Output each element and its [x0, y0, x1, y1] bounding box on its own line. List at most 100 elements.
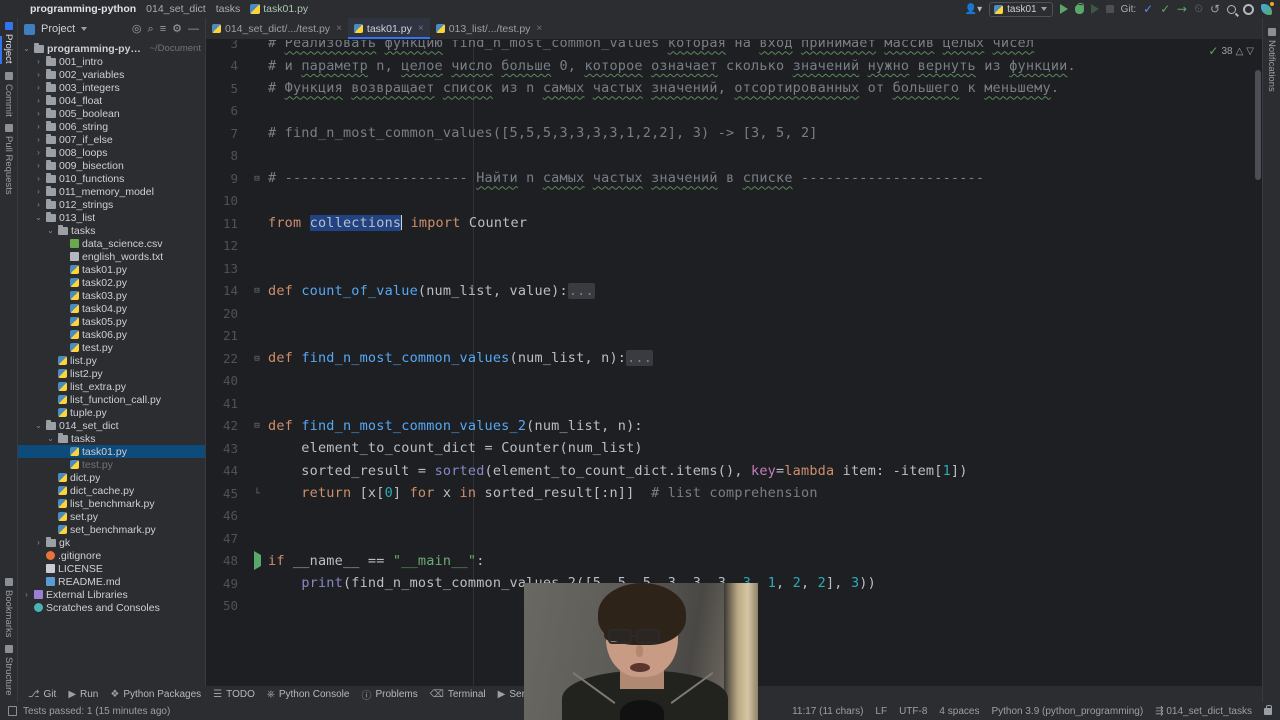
tree-node-list-py[interactable]: list.py — [18, 354, 205, 367]
code-line[interactable]: 14 ⊟ def count_of_value(num_list, value):.… — [206, 280, 1262, 303]
tree-node-task03-py[interactable]: task03.py — [18, 289, 205, 302]
bottom-tool-todo[interactable]: ☰ TODO — [213, 689, 255, 700]
code-line[interactable]: 8 — [206, 145, 1262, 168]
code-line[interactable]: 3 # Реализовать функцию find_n_most_commo… — [206, 40, 1262, 55]
profile-icon[interactable]: 👤▾ — [965, 4, 982, 15]
tree-node-readme-md[interactable]: README.md — [18, 575, 205, 588]
code-line[interactable]: 4 # и параметр n, целое число больше 0, к… — [206, 55, 1262, 78]
bottom-tool-problems[interactable]: ⓘ Problems — [361, 687, 417, 702]
python-interpreter[interactable]: Python 3.9 (python_programming) — [991, 706, 1143, 717]
tree-node-task01-py[interactable]: task01.py — [18, 263, 205, 276]
close-icon[interactable]: × — [536, 23, 542, 34]
tree-node-001-intro[interactable]: › 001_intro — [18, 55, 205, 68]
chevron-right-icon[interactable]: › — [34, 83, 43, 92]
tree-node-task01-py[interactable]: task01.py — [18, 445, 205, 458]
tree-node-014-set-dict[interactable]: ⌄ 014_set_dict — [18, 419, 205, 432]
code-line[interactable]: 9 ⊟ # ---------------------- Найти n самых… — [206, 167, 1262, 190]
tree-node-013-list[interactable]: ⌄ 013_list — [18, 211, 205, 224]
tree-node-012-strings[interactable]: › 012_strings — [18, 198, 205, 211]
chevron-right-icon[interactable]: › — [34, 70, 43, 79]
tree-node-set-py[interactable]: set.py — [18, 510, 205, 523]
tree-node-tuple-py[interactable]: tuple.py — [18, 406, 205, 419]
git-rollback-icon[interactable]: ↺ — [1210, 2, 1220, 16]
tree-node-task06-py[interactable]: task06.py — [18, 328, 205, 341]
project-file-tree[interactable]: ⌄programming-python~/Document›001_intro›… — [18, 40, 205, 702]
bottom-tool-git[interactable]: ⎇ Git — [28, 689, 56, 700]
git-history-icon[interactable]: ⏲ — [1194, 3, 1203, 16]
git-update-icon[interactable]: ✓ — [1143, 2, 1153, 16]
bottom-tool-python-console[interactable]: ⎈ Python Console — [267, 689, 350, 700]
run-button[interactable] — [1059, 4, 1068, 14]
run-with-coverage-button[interactable] — [1090, 4, 1099, 14]
breadcrumb-current-file[interactable]: task01.py — [245, 3, 313, 15]
editor-tab-2[interactable]: 013_list/.../test.py × — [430, 18, 549, 39]
tree-node-008-loops[interactable]: › 008_loops — [18, 146, 205, 159]
git-branch[interactable]: ⇶ 014_set_dict_tasks — [1155, 706, 1252, 717]
close-icon[interactable]: × — [336, 23, 342, 34]
code-line[interactable]: 20 — [206, 302, 1262, 325]
code-line[interactable]: 13 — [206, 257, 1262, 280]
breadcrumb-subfolder[interactable]: tasks — [211, 3, 246, 15]
tree-node-task04-py[interactable]: task04.py — [18, 302, 205, 315]
chevron-down-icon[interactable] — [81, 27, 88, 31]
chevron-right-icon[interactable]: › — [34, 96, 43, 105]
editor-tab-0[interactable]: 014_set_dict/.../test.py × — [206, 18, 348, 39]
chevron-right-icon[interactable]: › — [34, 200, 43, 209]
chevron-down-icon[interactable]: ⌄ — [46, 226, 55, 235]
code-line[interactable]: 47 — [206, 527, 1262, 550]
tree-node-004-float[interactable]: › 004_float — [18, 94, 205, 107]
tree-node-programming-python[interactable]: ⌄ programming-python ~/Document — [18, 42, 205, 55]
search-icon[interactable] — [1227, 4, 1236, 14]
tree-node-list2-py[interactable]: list2.py — [18, 367, 205, 380]
tree-node-list-benchmark-py[interactable]: list_benchmark.py — [18, 497, 205, 510]
code-line[interactable]: 48 if __name__ == "__main__": — [206, 550, 1262, 573]
run-line-icon[interactable] — [246, 551, 268, 571]
gear-icon[interactable] — [1243, 3, 1254, 15]
chevron-right-icon[interactable]: › — [34, 148, 43, 157]
expand-icon[interactable]: ⌕ — [148, 23, 154, 35]
chevron-down-icon[interactable]: ⌄ — [22, 44, 31, 53]
tree-node-english-words-txt[interactable]: english_words.txt — [18, 250, 205, 263]
chevron-right-icon[interactable]: › — [34, 122, 43, 131]
git-commit-icon[interactable]: ✓ — [1160, 2, 1170, 16]
tree-node-license[interactable]: LICENSE — [18, 562, 205, 575]
close-icon[interactable]: × — [418, 23, 424, 34]
tree-node-scratches-and-consoles[interactable]: Scratches and Consoles — [18, 601, 205, 614]
lock-icon[interactable] — [1264, 704, 1272, 715]
chevron-right-icon[interactable]: › — [22, 590, 31, 599]
chevron-down-icon[interactable]: ⌄ — [46, 434, 55, 443]
code-line[interactable]: 7 # find_n_most_common_values([5,5,5,3,3,… — [206, 122, 1262, 145]
indent-setting[interactable]: 4 spaces — [939, 706, 979, 717]
tree-node-gk[interactable]: › gk — [18, 536, 205, 549]
locate-icon[interactable]: ◎ — [132, 23, 142, 35]
tree-node-task02-py[interactable]: task02.py — [18, 276, 205, 289]
rail-item-commit[interactable]: Commit — [3, 68, 14, 121]
breadcrumb-folder[interactable]: 014_set_dict — [141, 3, 211, 15]
chevron-right-icon[interactable]: › — [34, 57, 43, 66]
code-line[interactable]: 40 — [206, 370, 1262, 393]
ide-feature-icon[interactable] — [1261, 1, 1274, 15]
tree-node-test-py[interactable]: test.py — [18, 458, 205, 471]
git-push-icon[interactable]: ↗ — [1174, 0, 1191, 17]
bottom-tool-terminal[interactable]: ⌫ Terminal — [430, 689, 486, 700]
code-line[interactable]: 21 — [206, 325, 1262, 348]
bottom-tool-python-packages[interactable]: ❖ Python Packages — [110, 689, 201, 700]
rail-item-structure[interactable]: Structure — [3, 641, 14, 702]
tree-node--gitignore[interactable]: .gitignore — [18, 549, 205, 562]
tree-node-list-function-call-py[interactable]: list_function_call.py — [18, 393, 205, 406]
chevron-down-icon[interactable]: ⌄ — [34, 213, 43, 222]
code-line[interactable]: 6 — [206, 100, 1262, 123]
settings-icon[interactable]: ⚙ — [172, 23, 182, 35]
tree-node-010-functions[interactable]: › 010_functions — [18, 172, 205, 185]
tree-node-test-py[interactable]: test.py — [18, 341, 205, 354]
chevron-down-icon[interactable]: ⌄ — [34, 421, 43, 430]
tree-node-005-boolean[interactable]: › 005_boolean — [18, 107, 205, 120]
chevron-right-icon[interactable]: › — [34, 161, 43, 170]
code-line[interactable]: 41 — [206, 392, 1262, 415]
debug-button[interactable] — [1074, 2, 1084, 14]
hide-panel-icon[interactable]: — — [188, 23, 199, 35]
tree-node-data-science-csv[interactable]: data_science.csv — [18, 237, 205, 250]
tree-node-external-libraries[interactable]: › External Libraries — [18, 588, 205, 601]
code-line[interactable]: 11 from collections import Counter — [206, 212, 1262, 235]
tree-node-tasks[interactable]: ⌄ tasks — [18, 224, 205, 237]
